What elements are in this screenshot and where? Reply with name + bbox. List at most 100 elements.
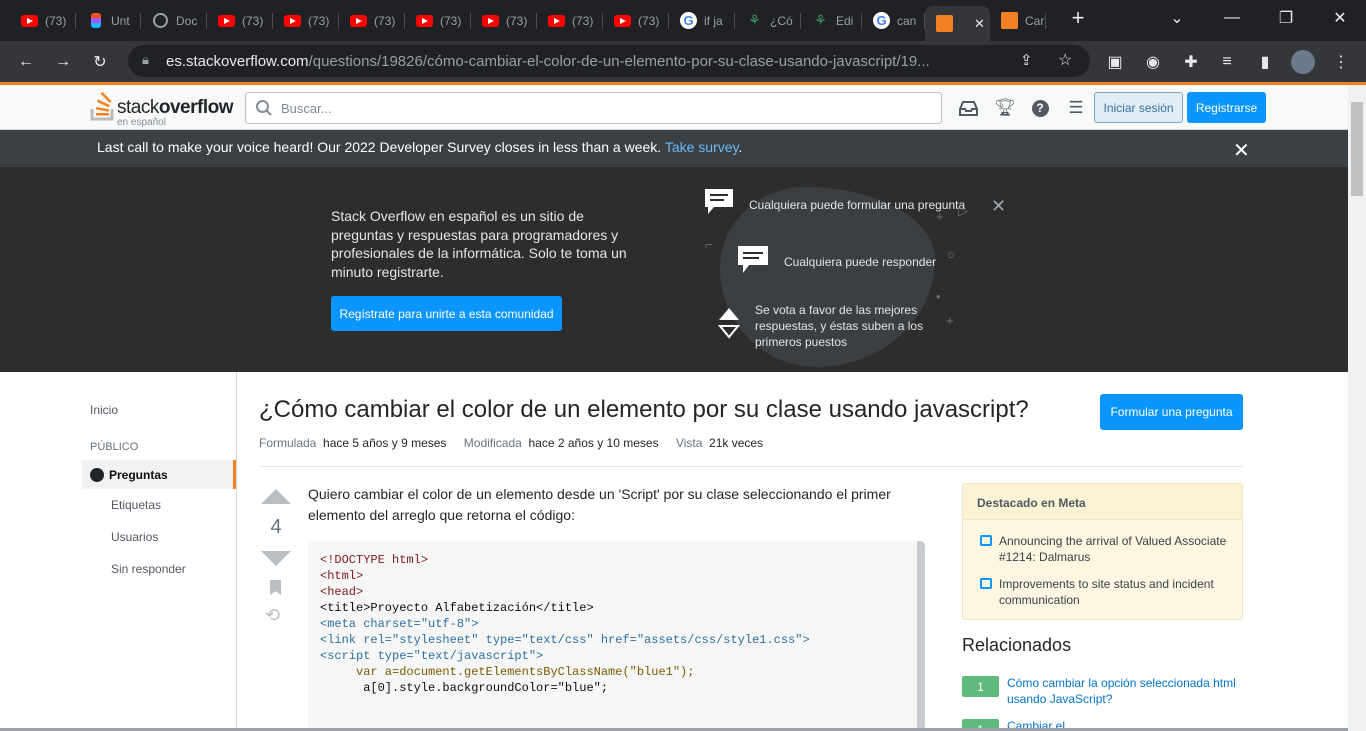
profile-extension-icon[interactable]: ◉ xyxy=(1140,49,1166,75)
plant-icon: ⚘ xyxy=(748,12,761,28)
media-control-icon[interactable]: ≡ xyxy=(1214,49,1240,75)
tab-label: (73) xyxy=(638,13,660,28)
window-close-icon[interactable]: ✕ xyxy=(1313,0,1366,36)
forward-icon[interactable]: → xyxy=(50,49,76,75)
question-title[interactable]: ¿Cómo cambiar el color de un elemento po… xyxy=(259,396,1029,424)
figma-icon xyxy=(87,12,104,29)
back-icon[interactable]: ← xyxy=(13,49,39,75)
browser-tab[interactable]: ✕ xyxy=(925,6,990,41)
join-community-button[interactable]: Regístrate para unirte a esta comunidad xyxy=(331,296,562,331)
downvote-arrow-icon[interactable] xyxy=(261,551,291,566)
decorative-play-icon: ▷ xyxy=(958,203,968,218)
youtube-icon xyxy=(284,12,301,29)
new-tab-icon[interactable]: + xyxy=(1051,0,1105,36)
take-survey-link[interactable]: Take survey xyxy=(665,139,739,155)
decorative-plus-icon: + xyxy=(946,313,954,328)
bookmark-icon[interactable] xyxy=(270,580,281,595)
browser-tab[interactable]: (73) xyxy=(471,6,537,35)
bookmark-star-icon[interactable]: ☆ xyxy=(1058,50,1072,70)
vote-arrows-icon xyxy=(717,306,741,343)
browser-tab[interactable]: (73) xyxy=(207,6,273,35)
url-path: /questions/19826/cómo-cambiar-el-color-d… xyxy=(308,52,930,70)
tab-label: (73) xyxy=(374,13,396,28)
browser-tab[interactable]: Car xyxy=(990,6,1046,35)
search-icon xyxy=(256,100,272,116)
code-line: <script type="text/javascript"> xyxy=(320,648,905,664)
notice-tail: . xyxy=(738,139,743,155)
ask-speech-bubble-icon xyxy=(704,188,734,219)
browser-tab-strip: (73) Unt Doc (73) (73) (73) (73) (73) (73) (73) Gi… xyxy=(0,0,1366,41)
browser-tab[interactable]: Doc xyxy=(141,6,207,35)
code-line: var a=document.getElementsByClassName("b… xyxy=(320,664,905,680)
avatar[interactable] xyxy=(1290,49,1316,75)
modified-value[interactable]: hace 2 años y 10 meses xyxy=(528,436,658,450)
youtube-icon xyxy=(21,12,38,29)
login-button[interactable]: Iniciar sesión xyxy=(1094,92,1183,123)
browser-tab[interactable]: (73) xyxy=(537,6,603,35)
logo-wordmark: stackoverflow xyxy=(117,97,233,119)
extension-icon[interactable]: ▣ xyxy=(1102,49,1128,75)
logo-word-stack: stack xyxy=(117,97,159,118)
tab-label: Car xyxy=(1025,13,1045,28)
browser-tab[interactable]: (73) xyxy=(273,6,339,35)
notice-close-icon[interactable]: ✕ xyxy=(1233,138,1250,163)
related-link[interactable]: Cómo cambiar la opción seleccionada html… xyxy=(1007,675,1243,707)
google-icon: G xyxy=(873,12,890,29)
minimize-icon[interactable]: — xyxy=(1205,0,1259,36)
lock-icon: 🔒︎ xyxy=(142,52,149,67)
tab-search-icon[interactable]: ⌄ xyxy=(1150,0,1204,36)
nav-section-public: PÚBLICO xyxy=(90,441,139,453)
tab-label: (73) xyxy=(572,13,594,28)
question-body: Quiero cambiar el color de un elemento d… xyxy=(308,486,891,523)
stackoverflow-logo[interactable]: stackoverflow en español xyxy=(90,89,235,128)
scrollbar-thumb[interactable] xyxy=(1351,102,1363,196)
meta-item[interactable]: Improvements to site status and incident… xyxy=(977,576,1232,608)
tab-close-icon[interactable]: ✕ xyxy=(974,16,985,32)
extensions-puzzle-icon[interactable]: ✚ xyxy=(1178,49,1204,75)
browser-tab[interactable]: (73) xyxy=(339,6,405,35)
site-switcher-icon[interactable]: ☰ xyxy=(1065,97,1087,119)
upvote-arrow-icon[interactable] xyxy=(261,489,291,504)
search-placeholder: Buscar... xyxy=(281,100,332,116)
code-line: <title>Proyecto Alfabetización</title> xyxy=(320,600,905,616)
browser-tab[interactable]: (73) xyxy=(405,6,471,35)
address-bar[interactable]: 🔒︎ es.stackoverflow.com/questions/19826/… xyxy=(128,45,1090,77)
browser-tab[interactable]: (73) xyxy=(603,6,669,35)
browser-tab[interactable]: ⚘ Edi xyxy=(801,6,862,35)
side-panel-icon[interactable]: ▮ xyxy=(1252,49,1278,75)
related-title: Relacionados xyxy=(962,635,1072,655)
browser-tab[interactable]: Unt xyxy=(76,6,141,35)
ask-question-button[interactable]: Formular una pregunta xyxy=(1100,394,1243,430)
browser-tab[interactable]: Gcan xyxy=(862,6,925,35)
nav-tags[interactable]: Etiquetas xyxy=(111,498,161,512)
meta-bubble-icon xyxy=(980,578,992,589)
survey-notice-bar: Last call to make your voice heard! Our … xyxy=(0,130,1348,167)
tab-label: can xyxy=(897,13,917,28)
restore-icon[interactable]: ❐ xyxy=(1259,0,1313,36)
nav-home[interactable]: Inicio xyxy=(90,403,118,417)
inbox-icon[interactable] xyxy=(957,97,979,119)
nav-questions[interactable]: Preguntas xyxy=(82,460,236,489)
code-line: <html> xyxy=(320,568,905,584)
browser-tab[interactable]: ⚘ ¿Có xyxy=(735,6,801,35)
feature-vote: Se vota a favor de las mejores respuesta… xyxy=(755,303,924,349)
nav-unanswered[interactable]: Sin responder xyxy=(111,562,186,576)
code-line-text: <html> xyxy=(320,569,364,583)
signup-button[interactable]: Registrarse xyxy=(1187,92,1266,123)
history-icon[interactable]: ⟲ xyxy=(265,605,295,626)
featured-meta-title: Destacado en Meta xyxy=(963,484,1242,520)
nav-users[interactable]: Usuarios xyxy=(111,530,158,544)
youtube-icon xyxy=(548,12,565,29)
browser-menu-icon[interactable]: ⋮ xyxy=(1328,49,1354,75)
achievements-trophy-icon[interactable]: 🏆︎ xyxy=(994,97,1016,119)
meta-item[interactable]: Announcing the arrival of Valued Associa… xyxy=(977,533,1232,565)
code-block: <!DOCTYPE html> <html> <head> <title>Pro… xyxy=(308,541,925,731)
share-icon[interactable]: ⇪ xyxy=(1020,51,1033,69)
reload-icon[interactable]: ↻ xyxy=(87,49,113,75)
browser-tab[interactable]: (73) xyxy=(10,6,76,35)
hero-close-icon[interactable]: ✕ xyxy=(991,196,1006,217)
code-line: <!DOCTYPE html> xyxy=(320,552,905,568)
browser-tab[interactable]: Gif ja xyxy=(669,6,735,35)
help-icon[interactable]: ? xyxy=(1029,97,1051,119)
search-input[interactable]: Buscar... xyxy=(245,92,942,124)
